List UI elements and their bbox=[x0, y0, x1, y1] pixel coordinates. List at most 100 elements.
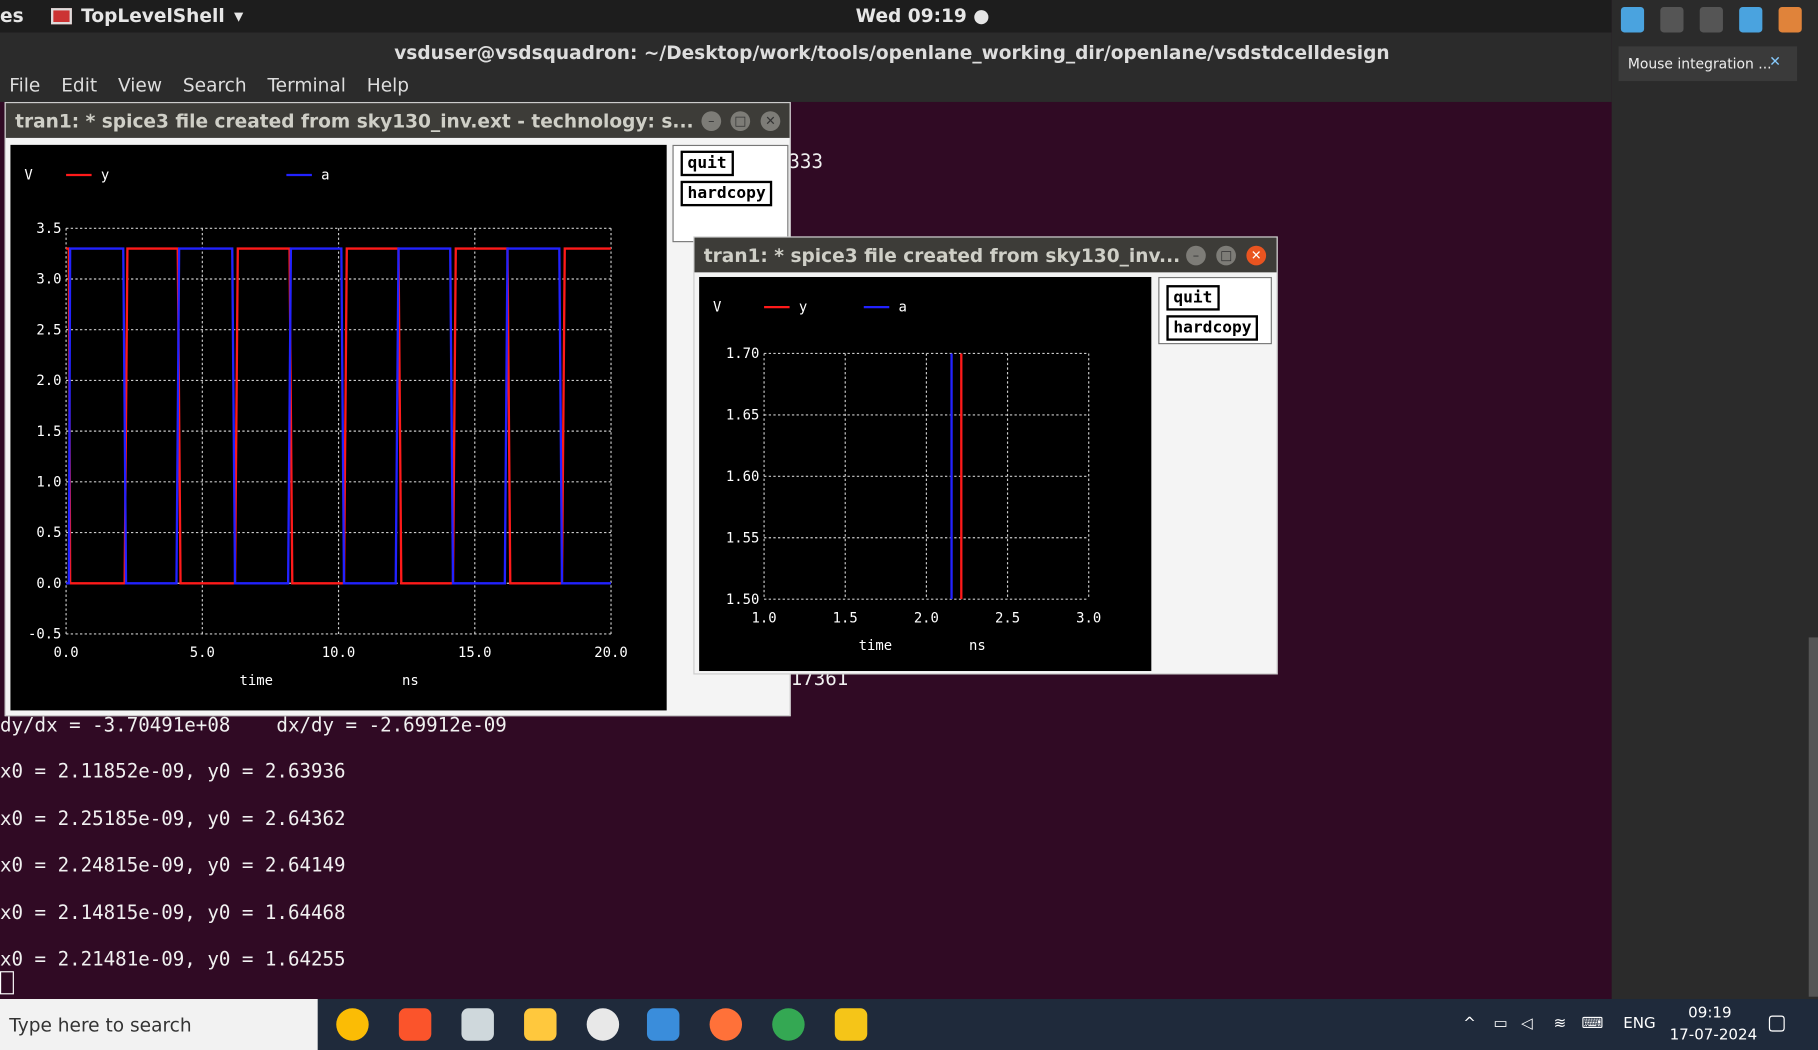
menu-view[interactable]: View bbox=[118, 74, 162, 96]
app-icon bbox=[51, 7, 72, 24]
x-axis-unit: ns bbox=[969, 638, 986, 654]
menu-help[interactable]: Help bbox=[367, 74, 409, 96]
vm-side-panel: Mouse integration ... ✕ bbox=[1611, 0, 1818, 1000]
legend-label: a bbox=[321, 168, 329, 184]
x-tick-label: 0.0 bbox=[54, 645, 79, 661]
quit-button[interactable]: quit bbox=[1166, 285, 1220, 311]
y-tick-label: 2.0 bbox=[36, 373, 61, 389]
language-indicator[interactable]: ENG bbox=[1623, 1015, 1655, 1032]
window-titlebar[interactable]: tran1: * spice3 file created from sky130… bbox=[5, 103, 790, 138]
plot-canvas: 0.0 5.0 10.0 15.0 20.0 -0.5 0.0 0.5 1.0 1.5 2.0 2.5… bbox=[10, 144, 667, 711]
y-tick-label: 3.0 bbox=[36, 272, 61, 288]
keyboard-icon[interactable]: ⌨ bbox=[1581, 1015, 1603, 1032]
x-tick-label: 1.0 bbox=[752, 610, 777, 626]
maximize-icon[interactable]: □ bbox=[730, 111, 751, 131]
network-icon[interactable] bbox=[1660, 6, 1684, 33]
menu-edit[interactable]: Edit bbox=[61, 74, 97, 96]
x-tick-label: 2.5 bbox=[995, 610, 1020, 626]
terminal-line: x0 = 2.21481e-09, y0 = 1.64255 bbox=[0, 948, 346, 971]
clock-app-icon[interactable] bbox=[586, 1008, 620, 1041]
chevron-up-icon[interactable]: ^ bbox=[1463, 1015, 1476, 1032]
quit-button[interactable]: quit bbox=[680, 150, 734, 177]
storage-icon[interactable] bbox=[1739, 6, 1763, 33]
y-tick-label: 1.65 bbox=[726, 408, 760, 424]
chrome-profile-icon[interactable] bbox=[772, 1008, 805, 1041]
x-axis-label: time bbox=[239, 673, 273, 689]
chevron-down-icon: ▾ bbox=[233, 4, 244, 27]
file-explorer-icon[interactable] bbox=[524, 1008, 557, 1041]
plot-window-zoomed: tran1: * spice3 file created from sky130… bbox=[693, 236, 1278, 675]
terminal-line: x0 = 2.25185e-09, y0 = 2.64362 bbox=[0, 807, 346, 830]
app-name: TopLevelShell bbox=[81, 4, 225, 27]
notification-icon[interactable]: ▢ bbox=[1767, 1011, 1787, 1035]
x-axis-label: time bbox=[859, 638, 893, 654]
waveform-chart: 1.0 1.5 2.0 2.5 3.0 1.50 1.55 1.60 1.65 1.70 V y a ti… bbox=[713, 300, 1101, 654]
menu-search[interactable]: Search bbox=[183, 74, 247, 96]
clock-time[interactable]: 09:19 bbox=[1688, 1005, 1731, 1022]
y-tick-label: 3.5 bbox=[36, 221, 61, 237]
close-icon[interactable]: ✕ bbox=[1246, 245, 1267, 266]
virtualbox-icon[interactable] bbox=[646, 1008, 680, 1041]
display-icon[interactable] bbox=[1778, 6, 1802, 33]
app-menu[interactable]: TopLevelShell ▾ bbox=[51, 5, 243, 27]
y-tick-label: 1.55 bbox=[726, 530, 760, 546]
terminal-menubar: File Edit View Search Terminal Help bbox=[0, 74, 409, 96]
taskbar: Type here to search ^ ▭ ◁ ≋ ⌨ ENG 09:19 … bbox=[0, 999, 1818, 1050]
search-box[interactable]: Type here to search bbox=[0, 999, 318, 1050]
close-icon[interactable]: ✕ bbox=[1769, 53, 1781, 69]
mouse-integration-notice[interactable]: Mouse integration ... ✕ bbox=[1618, 46, 1798, 82]
y-axis-label: V bbox=[713, 300, 721, 316]
y-tick-label: 0.0 bbox=[36, 576, 61, 592]
clock-date[interactable]: 17-07-2024 bbox=[1670, 1027, 1758, 1044]
terminal-line: 333 bbox=[788, 150, 823, 173]
terminal-line: x0 = 2.14815e-09, y0 = 1.64468 bbox=[0, 901, 346, 924]
x-axis-unit: ns bbox=[402, 673, 419, 689]
terminal-line: dy/dx = -3.70491e+08 dx/dy = -2.69912e-0… bbox=[0, 713, 507, 736]
y-tick-label: 1.70 bbox=[726, 346, 760, 362]
volume-icon[interactable]: ◁ bbox=[1521, 1015, 1533, 1032]
terminal-title: vsduser@vsdsquadron: ~/Desktop/work/tool… bbox=[394, 41, 1390, 64]
firefox-icon[interactable] bbox=[709, 1008, 743, 1041]
hardcopy-button[interactable]: hardcopy bbox=[680, 180, 773, 207]
message-icon[interactable] bbox=[1620, 6, 1645, 33]
top-bar: es TopLevelShell ▾ Wed 09:19 ● bbox=[0, 0, 1612, 33]
y-tick-label: -0.5 bbox=[28, 627, 62, 643]
y-tick-label: 1.5 bbox=[36, 424, 61, 440]
terminal-cursor bbox=[0, 971, 14, 995]
clock[interactable]: Wed 09:19 ● bbox=[856, 5, 990, 27]
y-tick-label: 1.60 bbox=[726, 469, 760, 485]
maximize-icon[interactable]: □ bbox=[1216, 245, 1236, 266]
x-tick-label: 10.0 bbox=[322, 645, 356, 661]
audio-icon[interactable] bbox=[1699, 6, 1723, 33]
app-icon[interactable] bbox=[461, 1008, 494, 1041]
y-axis-label: V bbox=[24, 168, 32, 184]
x-tick-label: 15.0 bbox=[458, 645, 492, 661]
menu-file[interactable]: File bbox=[9, 74, 40, 96]
legend-label: y bbox=[101, 168, 109, 184]
plot-window-main: tran1: * spice3 file created from sky130… bbox=[4, 101, 791, 717]
terminal-line: x0 = 2.11852e-09, y0 = 2.63936 bbox=[0, 760, 346, 783]
terminal-line: x0 = 2.24815e-09, y0 = 2.64149 bbox=[0, 854, 346, 877]
activities-button[interactable]: es bbox=[0, 5, 24, 27]
y-tick-label: 0.5 bbox=[36, 525, 61, 541]
terminal-header: vsduser@vsdsquadron: ~/Desktop/work/tool… bbox=[0, 32, 1612, 102]
battery-icon[interactable]: ▭ bbox=[1493, 1015, 1507, 1032]
xming-icon[interactable] bbox=[834, 1008, 868, 1041]
y-tick-label: 2.5 bbox=[36, 322, 61, 338]
minimize-icon[interactable]: – bbox=[1186, 245, 1206, 266]
waveform-chart: 0.0 5.0 10.0 15.0 20.0 -0.5 0.0 0.5 1.0 1.5 2.0 2.5… bbox=[24, 168, 627, 689]
legend-label: y bbox=[799, 300, 807, 316]
brave-icon[interactable] bbox=[398, 1008, 432, 1041]
legend-label: a bbox=[899, 300, 907, 316]
scrollbar[interactable] bbox=[1808, 637, 1818, 997]
minimize-icon[interactable]: – bbox=[701, 111, 722, 131]
plot-button-panel: quit hardcopy bbox=[672, 144, 789, 243]
x-tick-label: 2.0 bbox=[914, 610, 939, 626]
hardcopy-button[interactable]: hardcopy bbox=[1166, 315, 1259, 341]
y-tick-label: 1.50 bbox=[726, 592, 760, 608]
chrome-icon[interactable] bbox=[336, 1008, 369, 1041]
close-icon[interactable]: ✕ bbox=[760, 111, 781, 131]
y-tick-label: 1.0 bbox=[36, 474, 61, 490]
menu-terminal[interactable]: Terminal bbox=[267, 74, 345, 96]
wifi-icon[interactable]: ≋ bbox=[1554, 1015, 1567, 1032]
